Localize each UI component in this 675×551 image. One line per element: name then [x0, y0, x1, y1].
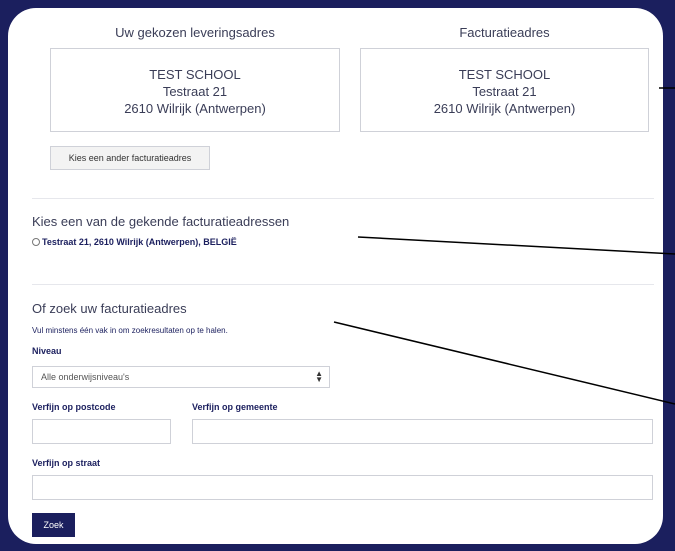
pointer-line: [333, 321, 675, 405]
annotation-lines: [333, 87, 675, 405]
pointer-line: [357, 236, 675, 255]
